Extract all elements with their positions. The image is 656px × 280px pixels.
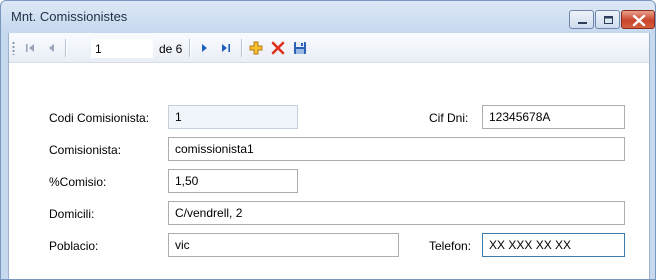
move-next-button[interactable] [195, 39, 213, 57]
move-first-button[interactable] [21, 39, 39, 57]
last-record-icon [222, 44, 230, 52]
maximize-button[interactable] [595, 10, 620, 29]
record-count-label: de 6 [159, 42, 183, 56]
cif-field[interactable] [482, 105, 625, 129]
comisionista-field[interactable] [168, 137, 625, 161]
add-plus-icon [249, 41, 263, 55]
minimize-button[interactable] [569, 10, 594, 29]
next-record-icon [202, 44, 207, 52]
title-bar[interactable]: Mnt. Comissionistes [1, 1, 655, 33]
binding-navigator-toolbar: de 6 [9, 33, 649, 63]
save-disk-icon [294, 42, 306, 54]
minimize-icon [578, 22, 587, 24]
codi-label: Codi Comisionista: [49, 111, 150, 125]
toolbar-separator [241, 39, 242, 57]
comisio-field[interactable] [168, 169, 298, 193]
window-frame: Mnt. Comissionistes 1 de 6 Codi Comision… [0, 0, 656, 280]
cif-label: Cif Dni: [429, 111, 469, 125]
toolbar-grip[interactable] [12, 41, 15, 55]
domicili-label: Domicili: [49, 207, 95, 221]
window-title: Mnt. Comissionistes [11, 9, 128, 24]
toolbar-separator [189, 39, 190, 57]
previous-record-icon [49, 44, 54, 52]
maximize-icon [604, 16, 613, 24]
poblacio-label: Poblacio: [49, 239, 99, 253]
toolbar-separator [65, 39, 66, 57]
move-previous-button[interactable] [43, 39, 61, 57]
delete-button[interactable] [269, 39, 287, 57]
domicili-field[interactable] [168, 201, 625, 225]
move-last-button[interactable] [217, 39, 235, 57]
poblacio-field[interactable] [168, 233, 399, 257]
delete-x-icon [271, 41, 285, 55]
comisio-label: %Comisio: [49, 175, 107, 189]
telefon-label: Telefon: [429, 239, 472, 253]
close-icon [632, 14, 646, 27]
add-new-button[interactable] [247, 39, 265, 57]
first-record-icon [26, 44, 34, 52]
form-client-area: de 6 [8, 33, 650, 279]
position-input[interactable] [91, 39, 153, 58]
comisionista-label: Comisionista: [49, 143, 122, 157]
codi-field[interactable] [168, 105, 298, 129]
close-button[interactable] [621, 10, 655, 29]
telefon-field[interactable] [482, 233, 625, 257]
save-button[interactable] [291, 39, 309, 57]
comissionista-form: Codi Comisionista: Cif Dni: Comisionista… [9, 63, 649, 279]
